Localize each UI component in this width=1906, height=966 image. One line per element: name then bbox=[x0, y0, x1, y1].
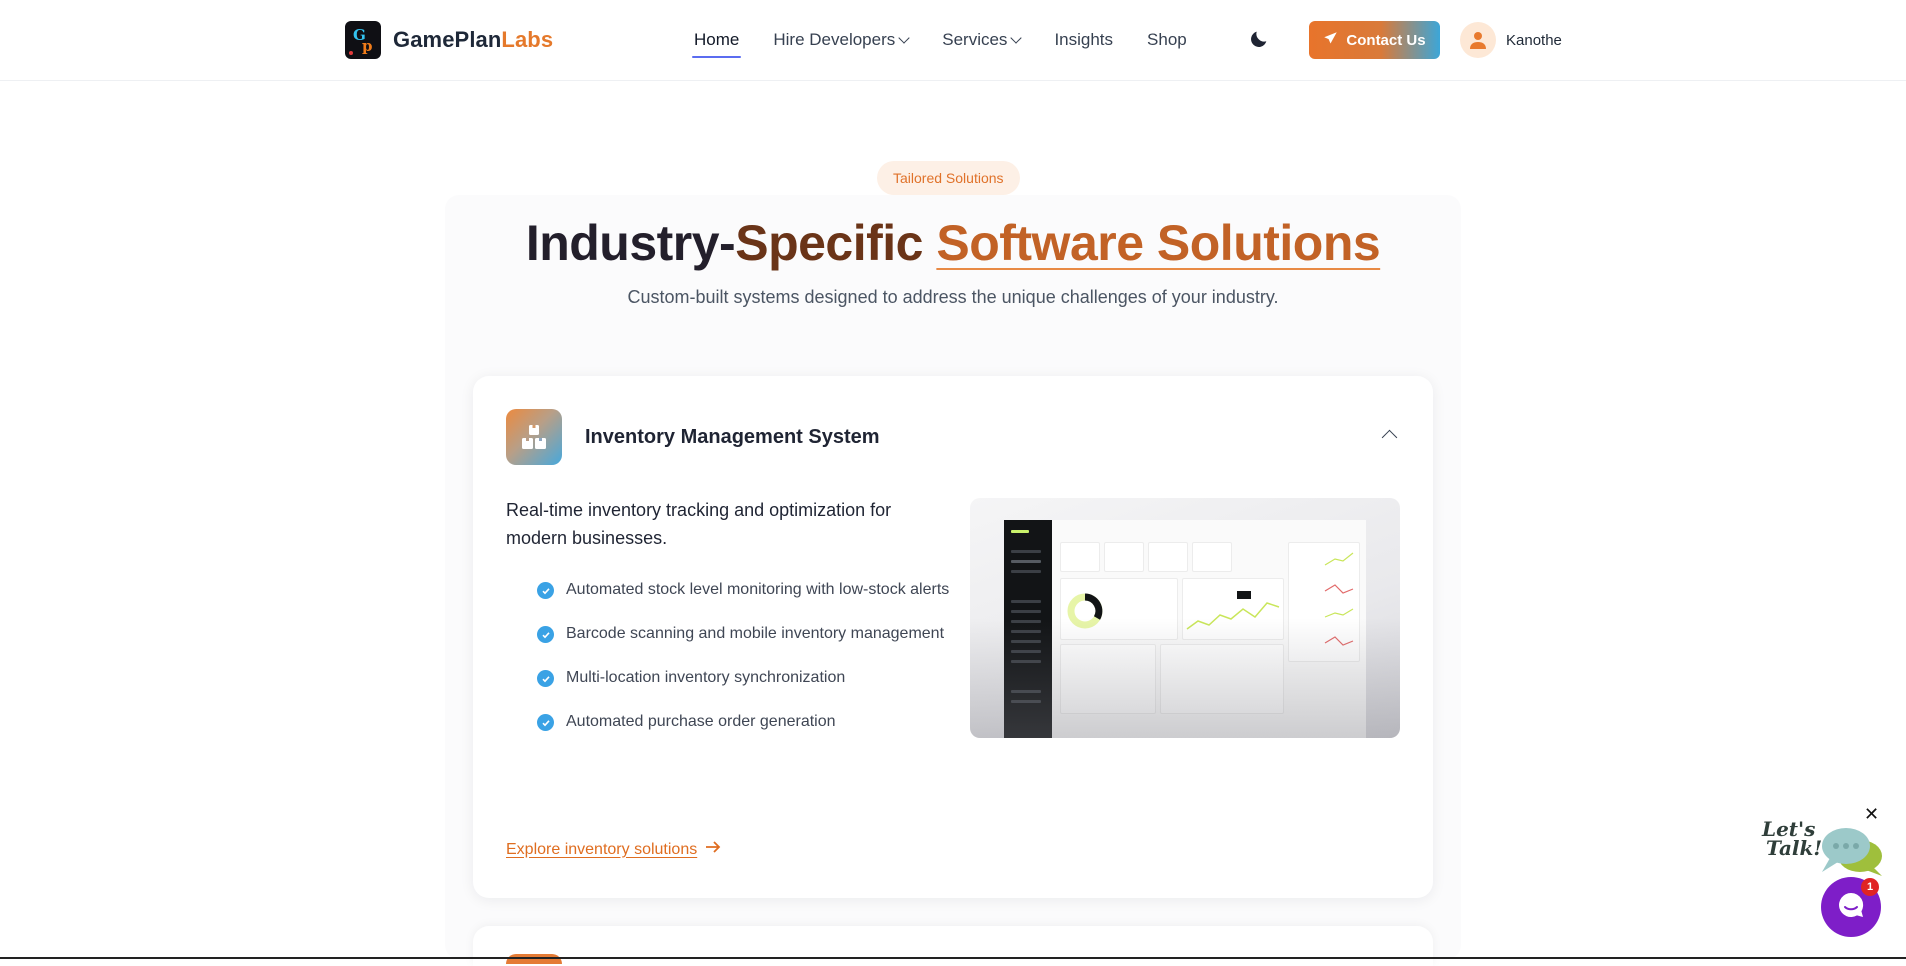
page-title: Industry-Specific Software Solutions bbox=[0, 214, 1906, 272]
feature-text: Automated purchase order generation bbox=[566, 713, 836, 730]
solution-card-next bbox=[473, 926, 1433, 966]
nav-item-insights[interactable]: Insights bbox=[1054, 30, 1113, 50]
nav-item-label: Home bbox=[694, 30, 740, 49]
check-icon bbox=[537, 714, 554, 731]
feature-text: Multi-location inventory synchronization bbox=[566, 669, 846, 686]
dashboard-kpi bbox=[1104, 542, 1144, 572]
list-item: Automated stock level monitoring with lo… bbox=[537, 576, 957, 604]
contact-us-button[interactable]: Contact Us bbox=[1309, 21, 1440, 59]
arrow-right-icon bbox=[705, 840, 721, 859]
dashboard-kpi bbox=[1148, 542, 1188, 572]
nav-item-services[interactable]: Services bbox=[942, 30, 1023, 50]
dashboard-kpi bbox=[1192, 542, 1232, 572]
user-name: Kanothe bbox=[1506, 31, 1562, 49]
title-part2: Specific bbox=[735, 215, 937, 271]
nav-item-home[interactable]: Home bbox=[691, 30, 742, 58]
logo-mark-p: p bbox=[362, 37, 373, 55]
solution-card-inventory: Inventory Management System Real-time in… bbox=[473, 376, 1433, 898]
nav-item-label: Services bbox=[942, 30, 1008, 49]
title-part1: Industry- bbox=[525, 215, 736, 271]
nav-item-label: Shop bbox=[1147, 30, 1187, 49]
card-title[interactable]: Inventory Management System bbox=[585, 426, 880, 449]
card-lead: Real-time inventory tracking and optimiz… bbox=[506, 500, 892, 548]
logo-dot bbox=[349, 51, 353, 55]
check-icon bbox=[537, 670, 554, 687]
contact-us-label: Contact Us bbox=[1346, 31, 1426, 49]
explore-link-label: Explore inventory solutions bbox=[506, 840, 698, 858]
nav-item-shop[interactable]: Shop bbox=[1147, 30, 1187, 50]
brand-logo[interactable]: G p GamePlanLabs bbox=[345, 21, 553, 59]
list-item: Multi-location inventory synchronization bbox=[537, 664, 957, 692]
dashboard-shade bbox=[970, 618, 1400, 738]
chat-icon bbox=[1836, 890, 1866, 925]
nav-item-hire-developers[interactable]: Hire Developers bbox=[773, 30, 910, 50]
chat-bubbles-icon bbox=[1816, 822, 1886, 878]
check-icon bbox=[537, 626, 554, 643]
user-menu[interactable]: Kanothe bbox=[1460, 22, 1562, 58]
lets-talk-line2: Talk! bbox=[1766, 836, 1823, 860]
main-nav: Home Hire Developers Services Insights S… bbox=[691, 26, 1221, 58]
paper-plane-icon bbox=[1323, 31, 1338, 50]
section-tag: Tailored Solutions bbox=[877, 161, 1020, 195]
chevron-down-icon bbox=[1010, 32, 1023, 44]
explore-inventory-link[interactable]: Explore inventory solutions bbox=[506, 840, 721, 859]
boxes-icon bbox=[506, 409, 562, 465]
list-item: Automated purchase order generation bbox=[537, 708, 957, 736]
list-item: Barcode scanning and mobile inventory ma… bbox=[537, 620, 957, 648]
nav-item-label: Insights bbox=[1054, 30, 1114, 49]
user-icon bbox=[1460, 22, 1496, 58]
feature-text: Barcode scanning and mobile inventory ma… bbox=[566, 625, 945, 642]
brand-name-part1: GamePlan bbox=[393, 27, 502, 52]
moon-icon[interactable] bbox=[1248, 28, 1272, 52]
notification-badge: 1 bbox=[1861, 878, 1879, 896]
dashboard-kpi bbox=[1060, 542, 1100, 572]
page-subtitle: Custom-built systems designed to address… bbox=[627, 287, 1279, 307]
check-icon bbox=[537, 582, 554, 599]
chevron-up-icon[interactable] bbox=[1381, 429, 1398, 446]
nav-item-label: Hire Developers bbox=[773, 30, 896, 49]
title-highlight: Software Solutions bbox=[936, 215, 1381, 271]
next-card-icon bbox=[506, 954, 562, 964]
logo-mark-icon: G p bbox=[345, 21, 381, 59]
brand-name-part2: Labs bbox=[501, 27, 554, 52]
feature-list: Automated stock level monitoring with lo… bbox=[537, 576, 957, 752]
feature-text: Automated stock level monitoring with lo… bbox=[566, 581, 950, 598]
dashboard-preview-image bbox=[970, 498, 1400, 738]
chevron-down-icon bbox=[898, 32, 910, 44]
brand-name: GamePlanLabs bbox=[393, 27, 553, 53]
lets-talk-label[interactable]: Let's Talk! bbox=[1762, 819, 1823, 860]
navbar: G p GamePlanLabs Home Hire Developers Se… bbox=[0, 0, 1906, 81]
